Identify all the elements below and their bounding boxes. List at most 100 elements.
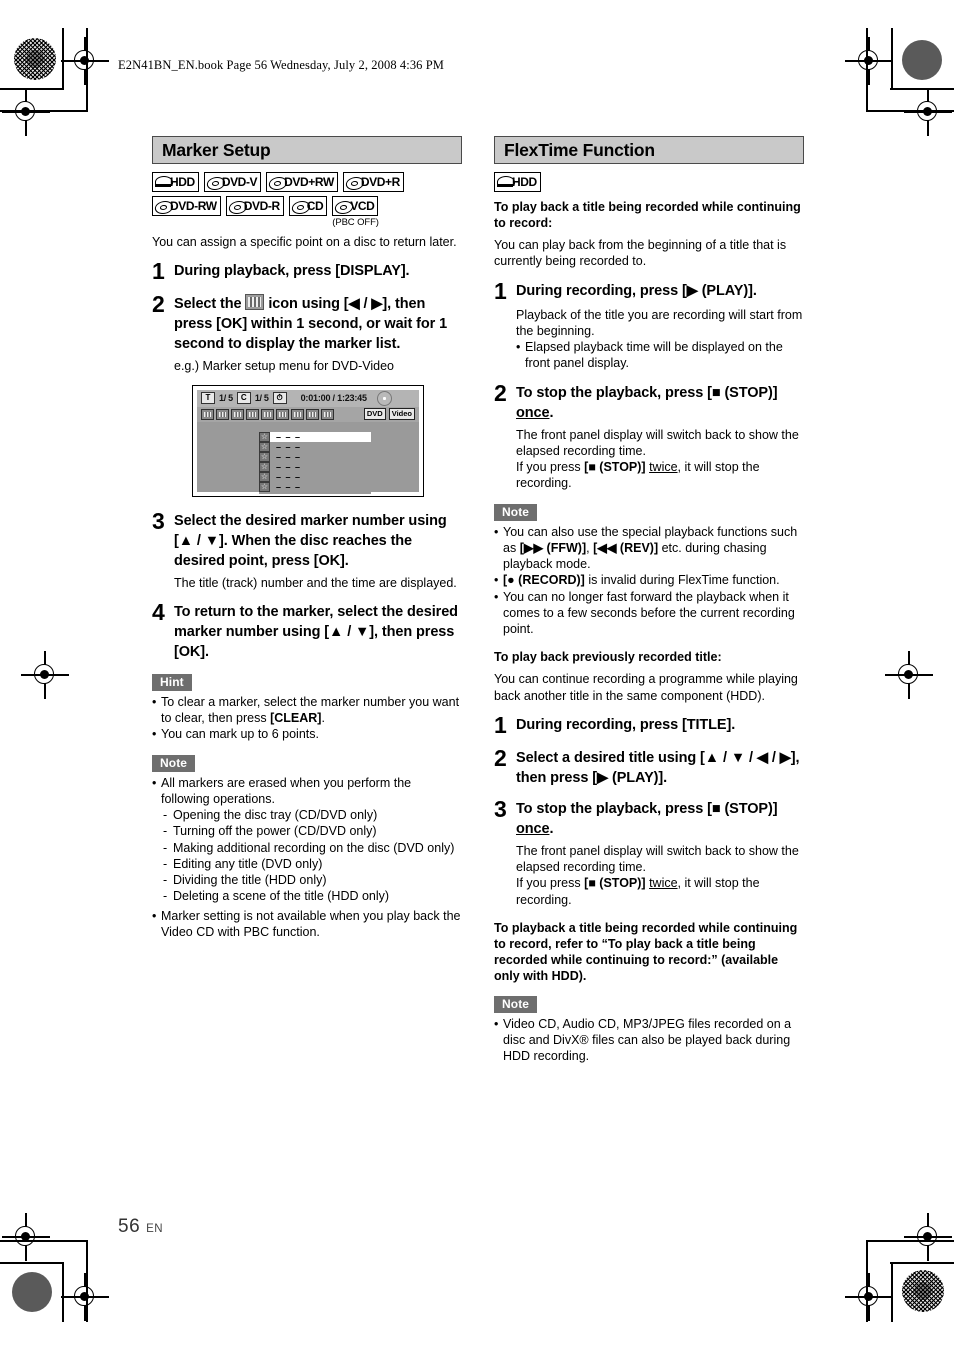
- note-list: • All markers are erased when you perform…: [152, 775, 462, 808]
- media-badge-hdd: HDD: [494, 172, 541, 192]
- osd-marker-row: ☆ – – –: [259, 441, 371, 452]
- step-number: 2: [494, 744, 507, 771]
- media-badge-hdd: HDD: [152, 172, 199, 192]
- right-step-2: 2 To stop the playback, press [■ (STOP)]…: [494, 379, 804, 423]
- media-badge-dvd-v: DVD-V: [203, 172, 262, 192]
- list-item: • To clear a marker, select the marker nu…: [152, 694, 462, 727]
- page-number: 56 EN: [118, 1216, 163, 1238]
- media-badge-dvd-r: DVD-R: [225, 196, 284, 228]
- right-step-1-caption: Playback of the title you are recording …: [516, 307, 803, 338]
- right-sub-heading-2: To play back previously recorded title:: [494, 650, 722, 665]
- list-item: - Turning off the power (CD/DVD only): [163, 824, 377, 839]
- list-item: • All markers are erased when you perform…: [152, 775, 462, 808]
- step-text: During recording, press [▶ (PLAY)].: [516, 282, 757, 299]
- osd-format-chips: DVD Video: [363, 408, 415, 420]
- left-column: Marker Setup HDD DVD-V DVD+RW DVD+R DVD-…: [152, 136, 462, 940]
- osd-icon-5: [261, 408, 274, 420]
- right2-step-3-caption-2: If you press [■ (STOP)] twice, it will s…: [516, 876, 760, 907]
- note-list-1: • You can also use the special playback f…: [494, 524, 804, 638]
- osd-status-bar: T 1/ 5 C 1/ 5 ⏱ 0:01:00 / 1:23:45: [197, 389, 419, 407]
- right-step-1: 1 During recording, press [▶ (PLAY)].: [494, 277, 804, 304]
- osd-marker-row: ☆ – – –: [259, 461, 371, 472]
- osd-marker-value: – – –: [276, 451, 302, 462]
- media-badge-cd: CD: [288, 196, 328, 228]
- osd-marker-value: – – –: [276, 471, 302, 482]
- media-badge-vcd: VCD (PBC OFF): [332, 196, 379, 228]
- list-item: - Opening the disc tray (CD/DVD only): [163, 808, 378, 822]
- right-sub-heading-1: To play back a title being recorded whil…: [494, 200, 801, 230]
- left-intro-text: You can assign a specific point on a dis…: [152, 235, 457, 249]
- step-text: During playback, press [DISPLAY].: [174, 263, 410, 280]
- note-sublist: - Opening the disc tray (CD/DVD only) - Tu…: [152, 807, 462, 905]
- left-step-4: 4 To return to the marker, select the de…: [152, 598, 462, 662]
- emphasis-twice: twice: [649, 876, 678, 891]
- osd-chapter-chip: C: [236, 392, 251, 404]
- right-step-2-caption-2: If you press [■ (STOP)] twice, it will s…: [516, 460, 760, 491]
- hint-label: Hint: [152, 673, 192, 691]
- osd-marker-row: ☆ – – –: [259, 431, 371, 442]
- step-number: 1: [152, 258, 165, 285]
- step-number: 3: [152, 507, 165, 534]
- step-number: 3: [494, 795, 507, 822]
- osd-icon-1: [201, 408, 214, 420]
- osd-time-value: 0:01:00 / 1:23:45: [300, 393, 367, 403]
- list-item: - Editing any title (DVD only): [163, 856, 323, 871]
- step-number: 2: [494, 379, 507, 406]
- list-item: - Deleting a scene of the title (HDD only…: [163, 889, 390, 904]
- right-step-1-bullet: • Elapsed playback time will be displayed…: [516, 340, 783, 371]
- step-text: Select a desired title using [▲ / ▼ / ◀ …: [516, 749, 800, 786]
- note-label-1: Note: [494, 503, 538, 521]
- step-text: During recording, press [TITLE].: [516, 716, 736, 733]
- step-number: 1: [494, 711, 507, 738]
- hint-item-text: To clear a marker, select the marker num…: [161, 694, 460, 725]
- osd-chip-dvd: DVD: [363, 408, 386, 420]
- emphasis-once: once: [516, 820, 550, 837]
- list-item: • Video CD, Audio CD, MP3/JPEG files reco…: [494, 1016, 792, 1064]
- osd-chip-video: Video: [388, 408, 415, 420]
- language-code: EN: [146, 1223, 164, 1235]
- step-text: To stop the playback, press [■ (STOP)] o…: [516, 800, 778, 837]
- right-intro-2: You can continue recording a programme w…: [494, 672, 798, 703]
- list-item: - Making additional recording on the disc…: [163, 840, 455, 855]
- step-text: To stop the playback, press [■ (STOP)] o…: [516, 384, 778, 421]
- right2-step-3: 3 To stop the playback, press [■ (STOP)]…: [494, 795, 804, 839]
- right-column: FlexTime Function HDD To play back a tit…: [494, 136, 804, 1065]
- left-step-3-caption: The title (track) number and the time ar…: [174, 575, 457, 590]
- left-section-title: Marker Setup: [152, 136, 462, 164]
- left-media-badge-list: HDD DVD-V DVD+RW DVD+R DVD-RW DVD-R CD V…: [152, 172, 462, 228]
- osd-marker-value: – – –: [270, 431, 371, 442]
- star-icon: ☆: [259, 431, 270, 442]
- right-section-title: FlexTime Function: [494, 136, 804, 164]
- list-item: • You can also use the special playback f…: [494, 524, 798, 572]
- emphasis-once: once: [516, 404, 550, 421]
- list-item: • Marker setting is not available when yo…: [152, 908, 461, 939]
- note-label-2: Note: [494, 995, 538, 1013]
- right-intro-1: You can play back from the beginning of …: [494, 238, 787, 269]
- note-item-text: All markers are erased when you perform …: [161, 775, 412, 806]
- right-step-2-caption: The front panel display will switch back…: [516, 427, 799, 458]
- osd-icon-9: [321, 408, 334, 420]
- list-item: • You can no longer fast forward the play…: [494, 589, 795, 637]
- step-number: 4: [152, 598, 165, 625]
- disc-status-icon: [376, 390, 392, 406]
- star-icon: ☆: [259, 451, 270, 462]
- step-number: 1: [494, 277, 507, 304]
- osd-icon-4: [246, 408, 259, 420]
- hint-item-text: You can mark up to 6 points.: [161, 727, 319, 742]
- star-icon: ☆: [259, 471, 270, 482]
- media-badge-dvd-rw: DVD-RW: [152, 196, 221, 228]
- media-badge-dvd-plus-rw: DVD+RW: [266, 172, 338, 192]
- right2-step-1: 1 During recording, press [TITLE].: [494, 711, 804, 738]
- vcd-pbc-note: (PBC OFF): [332, 217, 379, 228]
- hint-list: • To clear a marker, select the marker nu…: [152, 694, 462, 743]
- left-step-1: 1 During playback, press [DISPLAY].: [152, 258, 462, 285]
- marker-setup-icon: [245, 294, 265, 311]
- osd-icon-6: [276, 408, 289, 420]
- osd-title-value: 1/ 5: [219, 393, 233, 403]
- osd-icon-3: [231, 408, 244, 420]
- note-item-text: Marker setting is not available when you…: [161, 908, 461, 939]
- star-icon: ☆: [259, 481, 270, 492]
- note-label: Note: [152, 754, 196, 772]
- osd-marker-row: ☆ – – –: [259, 471, 371, 482]
- right2-step-3-caption: The front panel display will switch back…: [516, 843, 799, 874]
